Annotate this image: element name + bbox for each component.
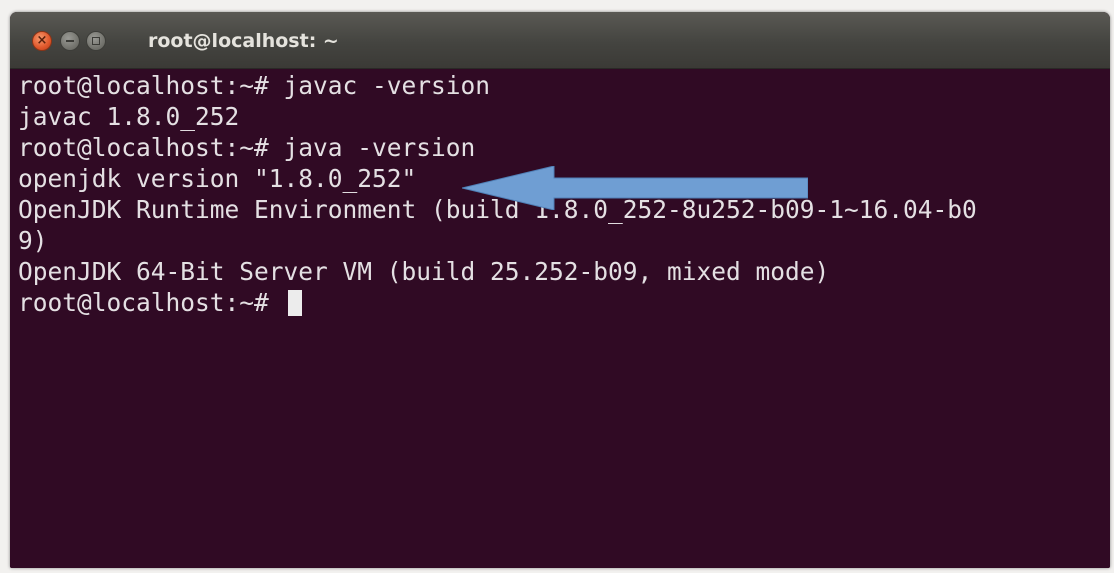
terminal-prompt-line[interactable]: root@localhost:~# <box>18 288 302 318</box>
terminal-line: root@localhost:~# javac -version <box>18 71 491 100</box>
terminal-line: root@localhost:~# java -version <box>18 133 476 162</box>
close-button[interactable]: × <box>32 31 52 51</box>
terminal-line: OpenJDK 64-Bit Server VM (build 25.252-b… <box>18 257 830 286</box>
text-cursor <box>287 290 302 316</box>
maximize-button[interactable] <box>86 31 106 51</box>
window-title: root@localhost: ~ <box>148 30 339 52</box>
terminal-line: openjdk version "1.8.0_252" <box>18 164 417 193</box>
prompt-text: root@localhost:~# <box>18 288 284 317</box>
terminal-line: javac 1.8.0_252 <box>18 102 240 131</box>
terminal-line: 9) <box>18 226 48 255</box>
title-bar[interactable]: × root@localhost: ~ <box>10 12 1110 69</box>
terminal-window: × root@localhost: ~ root@localhost:~# ja… <box>10 12 1110 568</box>
close-icon: × <box>36 33 48 48</box>
left-arrow-icon <box>462 166 808 210</box>
terminal-output[interactable]: root@localhost:~# javac -version javac 1… <box>10 69 1110 568</box>
minimize-button[interactable] <box>60 31 80 51</box>
screenshot: × root@localhost: ~ root@localhost:~# ja… <box>0 0 1114 573</box>
